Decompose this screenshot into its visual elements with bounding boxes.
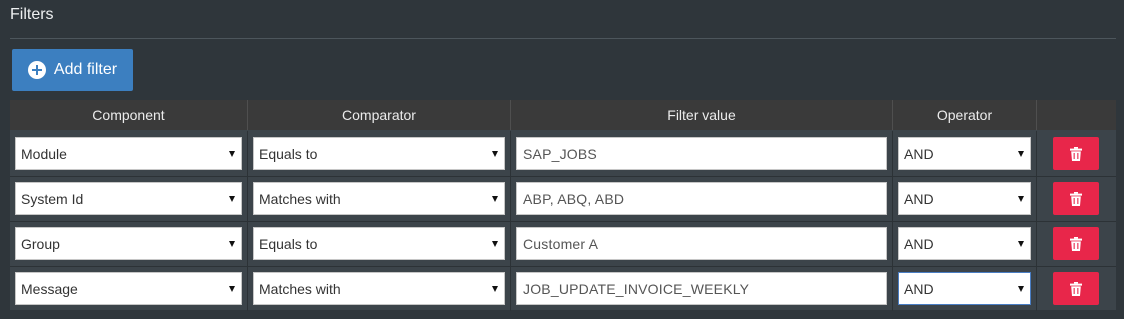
filter-value-text: SAP_JOBS — [523, 145, 597, 162]
caret-down-icon — [229, 150, 235, 157]
comparator-value: Equals to — [259, 145, 318, 162]
comparator-value: Matches with — [259, 280, 341, 297]
operator-select[interactable]: AND — [898, 137, 1031, 170]
caret-down-icon — [1018, 195, 1024, 202]
table-row: Group Equals to Customer A AND — [10, 221, 1116, 266]
operator-select[interactable]: AND — [898, 182, 1031, 215]
filter-value-input[interactable]: ABP, ABQ, ABD — [516, 182, 887, 215]
comparator-value: Matches with — [259, 190, 341, 207]
operator-value: AND — [904, 145, 934, 162]
trash-icon — [1070, 191, 1082, 206]
header-comparator: Comparator — [248, 100, 511, 130]
caret-down-icon — [492, 195, 498, 202]
title-divider — [10, 38, 1116, 39]
operator-select[interactable]: AND — [898, 272, 1031, 305]
trash-icon — [1070, 146, 1082, 161]
actions-cell — [1037, 176, 1116, 221]
component-value: System Id — [21, 190, 84, 207]
header-operator: Operator — [893, 100, 1037, 130]
add-filter-button[interactable]: Add filter — [12, 49, 133, 91]
header-filter-value: Filter value — [511, 100, 893, 130]
filter-value-cell: ABP, ABQ, ABD — [511, 176, 893, 221]
component-cell: Message — [10, 266, 248, 311]
component-select[interactable]: System Id — [15, 182, 242, 215]
operator-cell: AND — [893, 221, 1037, 266]
component-value: Group — [21, 235, 60, 252]
filter-value-text: Customer A — [523, 235, 599, 252]
operator-select[interactable]: AND — [898, 227, 1031, 260]
caret-down-icon — [1018, 240, 1024, 247]
trash-icon — [1070, 281, 1082, 296]
add-filter-label: Add filter — [53, 61, 118, 78]
caret-down-icon — [492, 240, 498, 247]
operator-value: AND — [904, 235, 934, 252]
component-cell: System Id — [10, 176, 248, 221]
caret-down-icon — [229, 195, 235, 202]
header-actions — [1037, 100, 1116, 130]
caret-down-icon — [1018, 150, 1024, 157]
operator-value: AND — [904, 280, 934, 297]
filter-value-text: ABP, ABQ, ABD — [523, 190, 625, 207]
comparator-cell: Matches with — [248, 176, 511, 221]
actions-cell — [1037, 131, 1116, 176]
table-row: System Id Matches with ABP, ABQ, ABD AND — [10, 176, 1116, 221]
component-select[interactable]: Module — [15, 137, 242, 170]
actions-cell — [1037, 266, 1116, 311]
comparator-select[interactable]: Matches with — [253, 272, 505, 305]
component-cell: Module — [10, 131, 248, 176]
caret-down-icon — [492, 150, 498, 157]
delete-filter-button[interactable] — [1053, 272, 1099, 305]
comparator-select[interactable]: Matches with — [253, 182, 505, 215]
filter-value-input[interactable]: JOB_UPDATE_INVOICE_WEEKLY — [516, 272, 887, 305]
delete-filter-button[interactable] — [1053, 137, 1099, 170]
comparator-cell: Equals to — [248, 221, 511, 266]
plus-circle-icon — [27, 61, 46, 79]
filter-value-cell: JOB_UPDATE_INVOICE_WEEKLY — [511, 266, 893, 311]
comparator-cell: Matches with — [248, 266, 511, 311]
operator-cell: AND — [893, 131, 1037, 176]
header-component: Component — [10, 100, 248, 130]
filters-panel: Filters Add filter Component Comparator … — [0, 0, 1124, 319]
filter-value-text: JOB_UPDATE_INVOICE_WEEKLY — [523, 280, 750, 297]
filter-value-input[interactable]: Customer A — [516, 227, 887, 260]
component-value: Module — [21, 145, 67, 162]
component-value: Message — [21, 280, 78, 297]
operator-cell: AND — [893, 176, 1037, 221]
delete-filter-button[interactable] — [1053, 227, 1099, 260]
operator-value: AND — [904, 190, 934, 207]
caret-down-icon — [229, 285, 235, 292]
filter-value-cell: Customer A — [511, 221, 893, 266]
filter-value-input[interactable]: SAP_JOBS — [516, 137, 887, 170]
panel-title: Filters — [10, 6, 54, 23]
component-select[interactable]: Message — [15, 272, 242, 305]
table-row: Module Equals to SAP_JOBS AND — [10, 131, 1116, 176]
comparator-select[interactable]: Equals to — [253, 227, 505, 260]
component-cell: Group — [10, 221, 248, 266]
filters-table: Component Comparator Filter value Operat… — [10, 100, 1116, 311]
comparator-cell: Equals to — [248, 131, 511, 176]
caret-down-icon — [492, 285, 498, 292]
trash-icon — [1070, 236, 1082, 251]
filter-value-cell: SAP_JOBS — [511, 131, 893, 176]
component-select[interactable]: Group — [15, 227, 242, 260]
operator-cell: AND — [893, 266, 1037, 311]
actions-cell — [1037, 221, 1116, 266]
comparator-value: Equals to — [259, 235, 318, 252]
table-row: Message Matches with JOB_UPDATE_INVOICE_… — [10, 266, 1116, 311]
delete-filter-button[interactable] — [1053, 182, 1099, 215]
caret-down-icon — [229, 240, 235, 247]
caret-down-icon — [1018, 285, 1024, 292]
comparator-select[interactable]: Equals to — [253, 137, 505, 170]
